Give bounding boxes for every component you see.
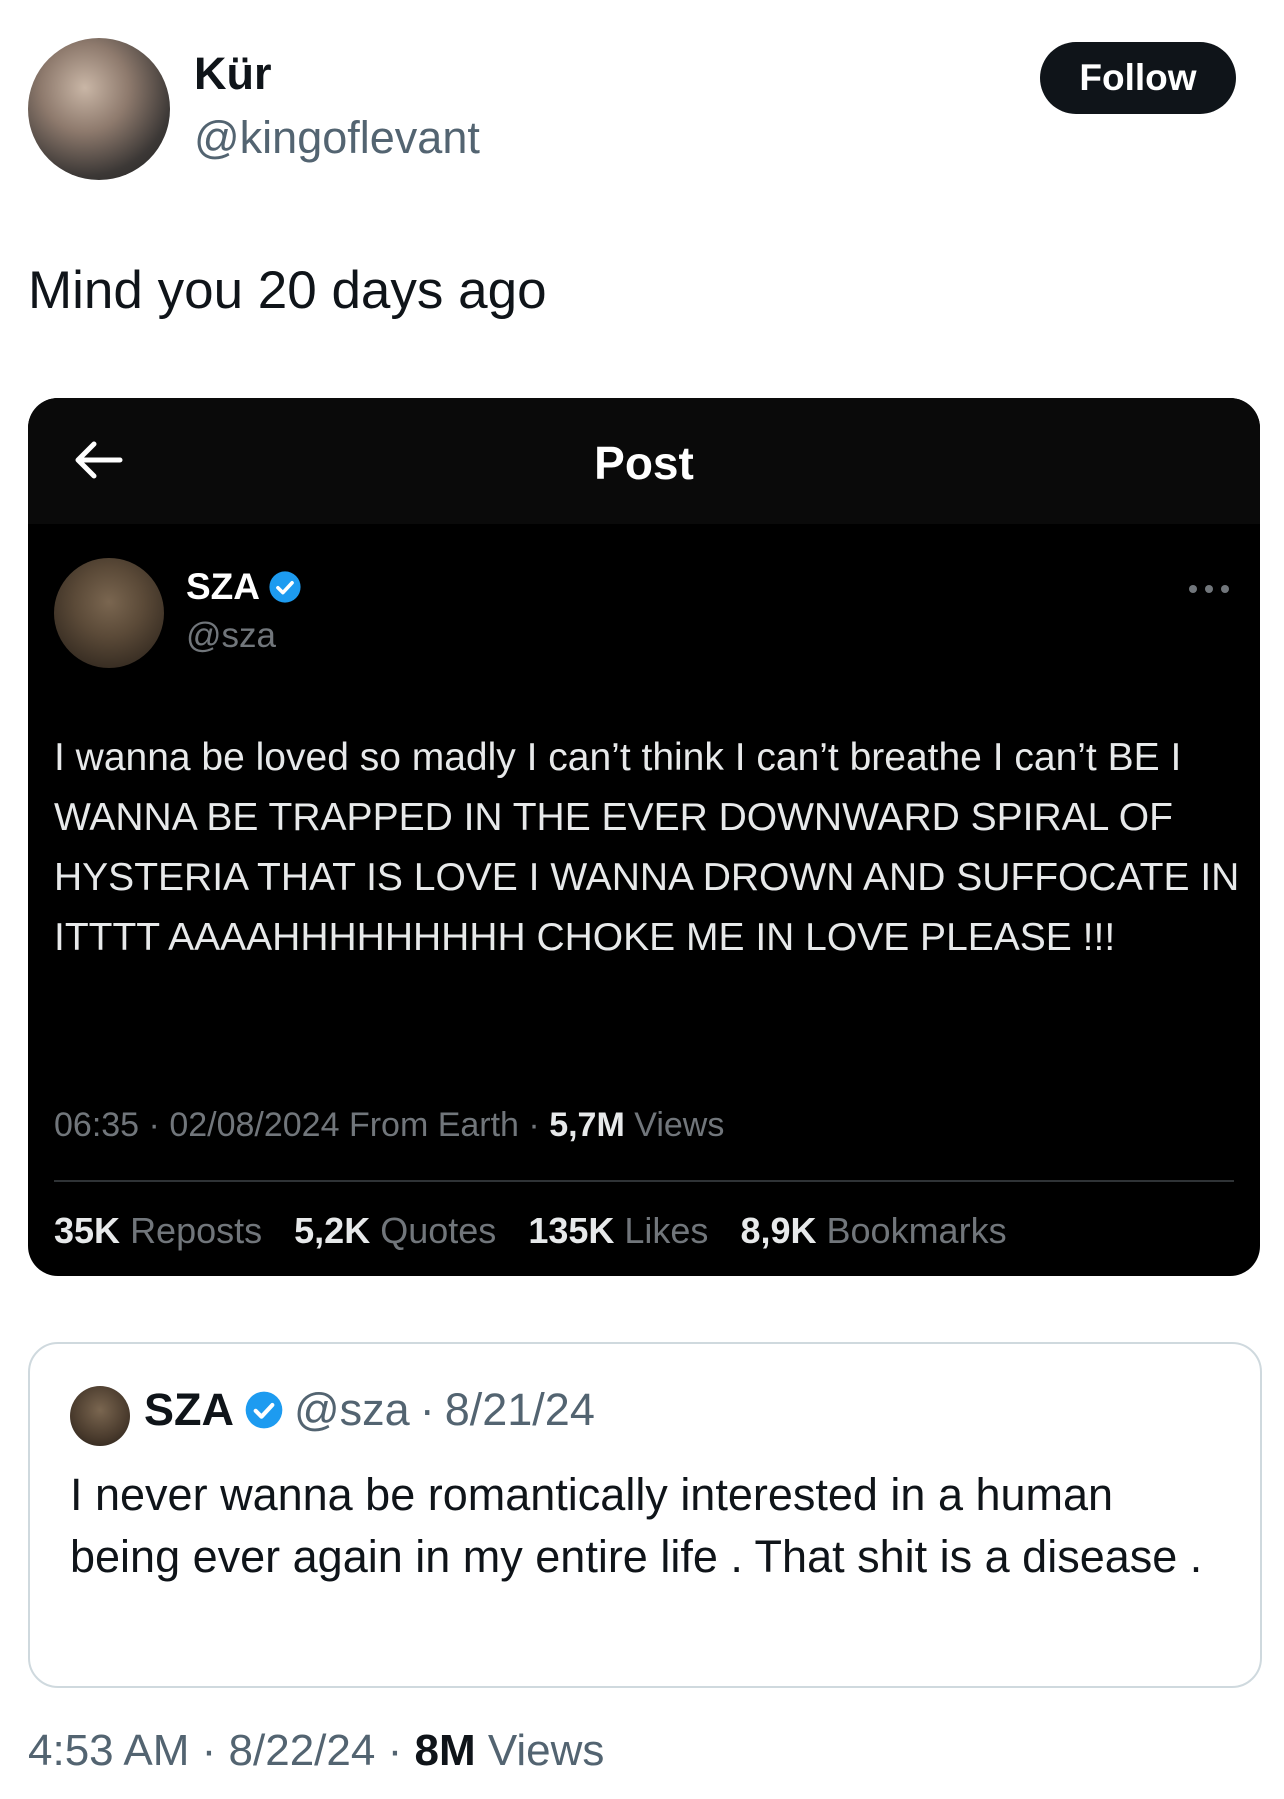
sza-name-label: SZA [186,566,260,607]
stat-bookmarks: 8,9K Bookmarks [740,1210,1006,1251]
meta-source: From Earth [348,1106,519,1144]
tweet-footer-meta: 4:53 AM · 8/22/24 · 8M Views [28,1726,605,1775]
tweet-text: Mind you 20 days ago [28,261,547,320]
quote-date: 8/21/24 [444,1384,595,1435]
sza-name: SZA [186,566,302,608]
footer-date: 8/22/24 [228,1726,376,1775]
more-options-icon [1189,585,1229,593]
screenshot-meta: 06:35 · 02/08/2024 From Earth · 5,7M Vie… [54,1106,725,1144]
meta-views-label: Views [634,1106,725,1144]
stat-reposts: 35K Reposts [54,1210,262,1251]
quote-header: SZA @sza · 8/21/24 [144,1384,595,1435]
follow-button[interactable]: Follow [1040,42,1236,114]
meta-views: 5,7M [549,1106,625,1144]
footer-time: 4:53 AM [28,1726,190,1775]
stat-likes: 135K Likes [528,1210,708,1251]
verified-badge-icon [245,1391,283,1429]
meta-date: 02/08/2024 [169,1106,340,1144]
stat-bookmarks-label: Bookmarks [826,1210,1007,1251]
stat-reposts-count: 35K [54,1210,121,1251]
stat-quotes-label: Quotes [380,1210,497,1251]
quote-name: SZA [144,1384,234,1435]
screenshot-title: Post [594,437,694,489]
screenshot-divider [54,1180,1234,1182]
stat-quotes-count: 5,2K [294,1210,371,1251]
footer-views: 8M [414,1726,476,1775]
meta-time: 06:35 [54,1106,140,1144]
author-name[interactable]: Kür [194,48,272,100]
stat-likes-count: 135K [528,1210,615,1251]
footer-views-label: Views [487,1726,605,1775]
stat-reposts-label: Reposts [130,1210,263,1251]
author-handle[interactable]: @kingoflevant [194,112,480,164]
sza-handle: @sza [186,616,276,655]
embedded-screenshot[interactable]: Post SZA @sza I wanna be loved so madly … [28,398,1260,1276]
stat-quotes: 5,2K Quotes [294,1210,496,1251]
stat-bookmarks-count: 8,9K [740,1210,817,1251]
quoted-tweet[interactable]: SZA @sza · 8/21/24 I never wanna be romant… [28,1342,1262,1688]
verified-badge-icon [269,571,301,603]
screenshot-stats: 35K Reposts 5,2K Quotes 135K Likes 8,9K … [54,1210,1029,1252]
quote-avatar [70,1386,130,1446]
quote-text: I never wanna be romantically interested… [70,1469,1203,1582]
stat-likes-label: Likes [624,1210,709,1251]
screenshot-post-text: I wanna be loved so madly I can’t think … [54,736,1240,959]
quote-handle: @sza [294,1384,410,1435]
screenshot-header: Post [28,398,1260,524]
sza-avatar [54,558,164,668]
author-avatar[interactable] [28,38,170,180]
